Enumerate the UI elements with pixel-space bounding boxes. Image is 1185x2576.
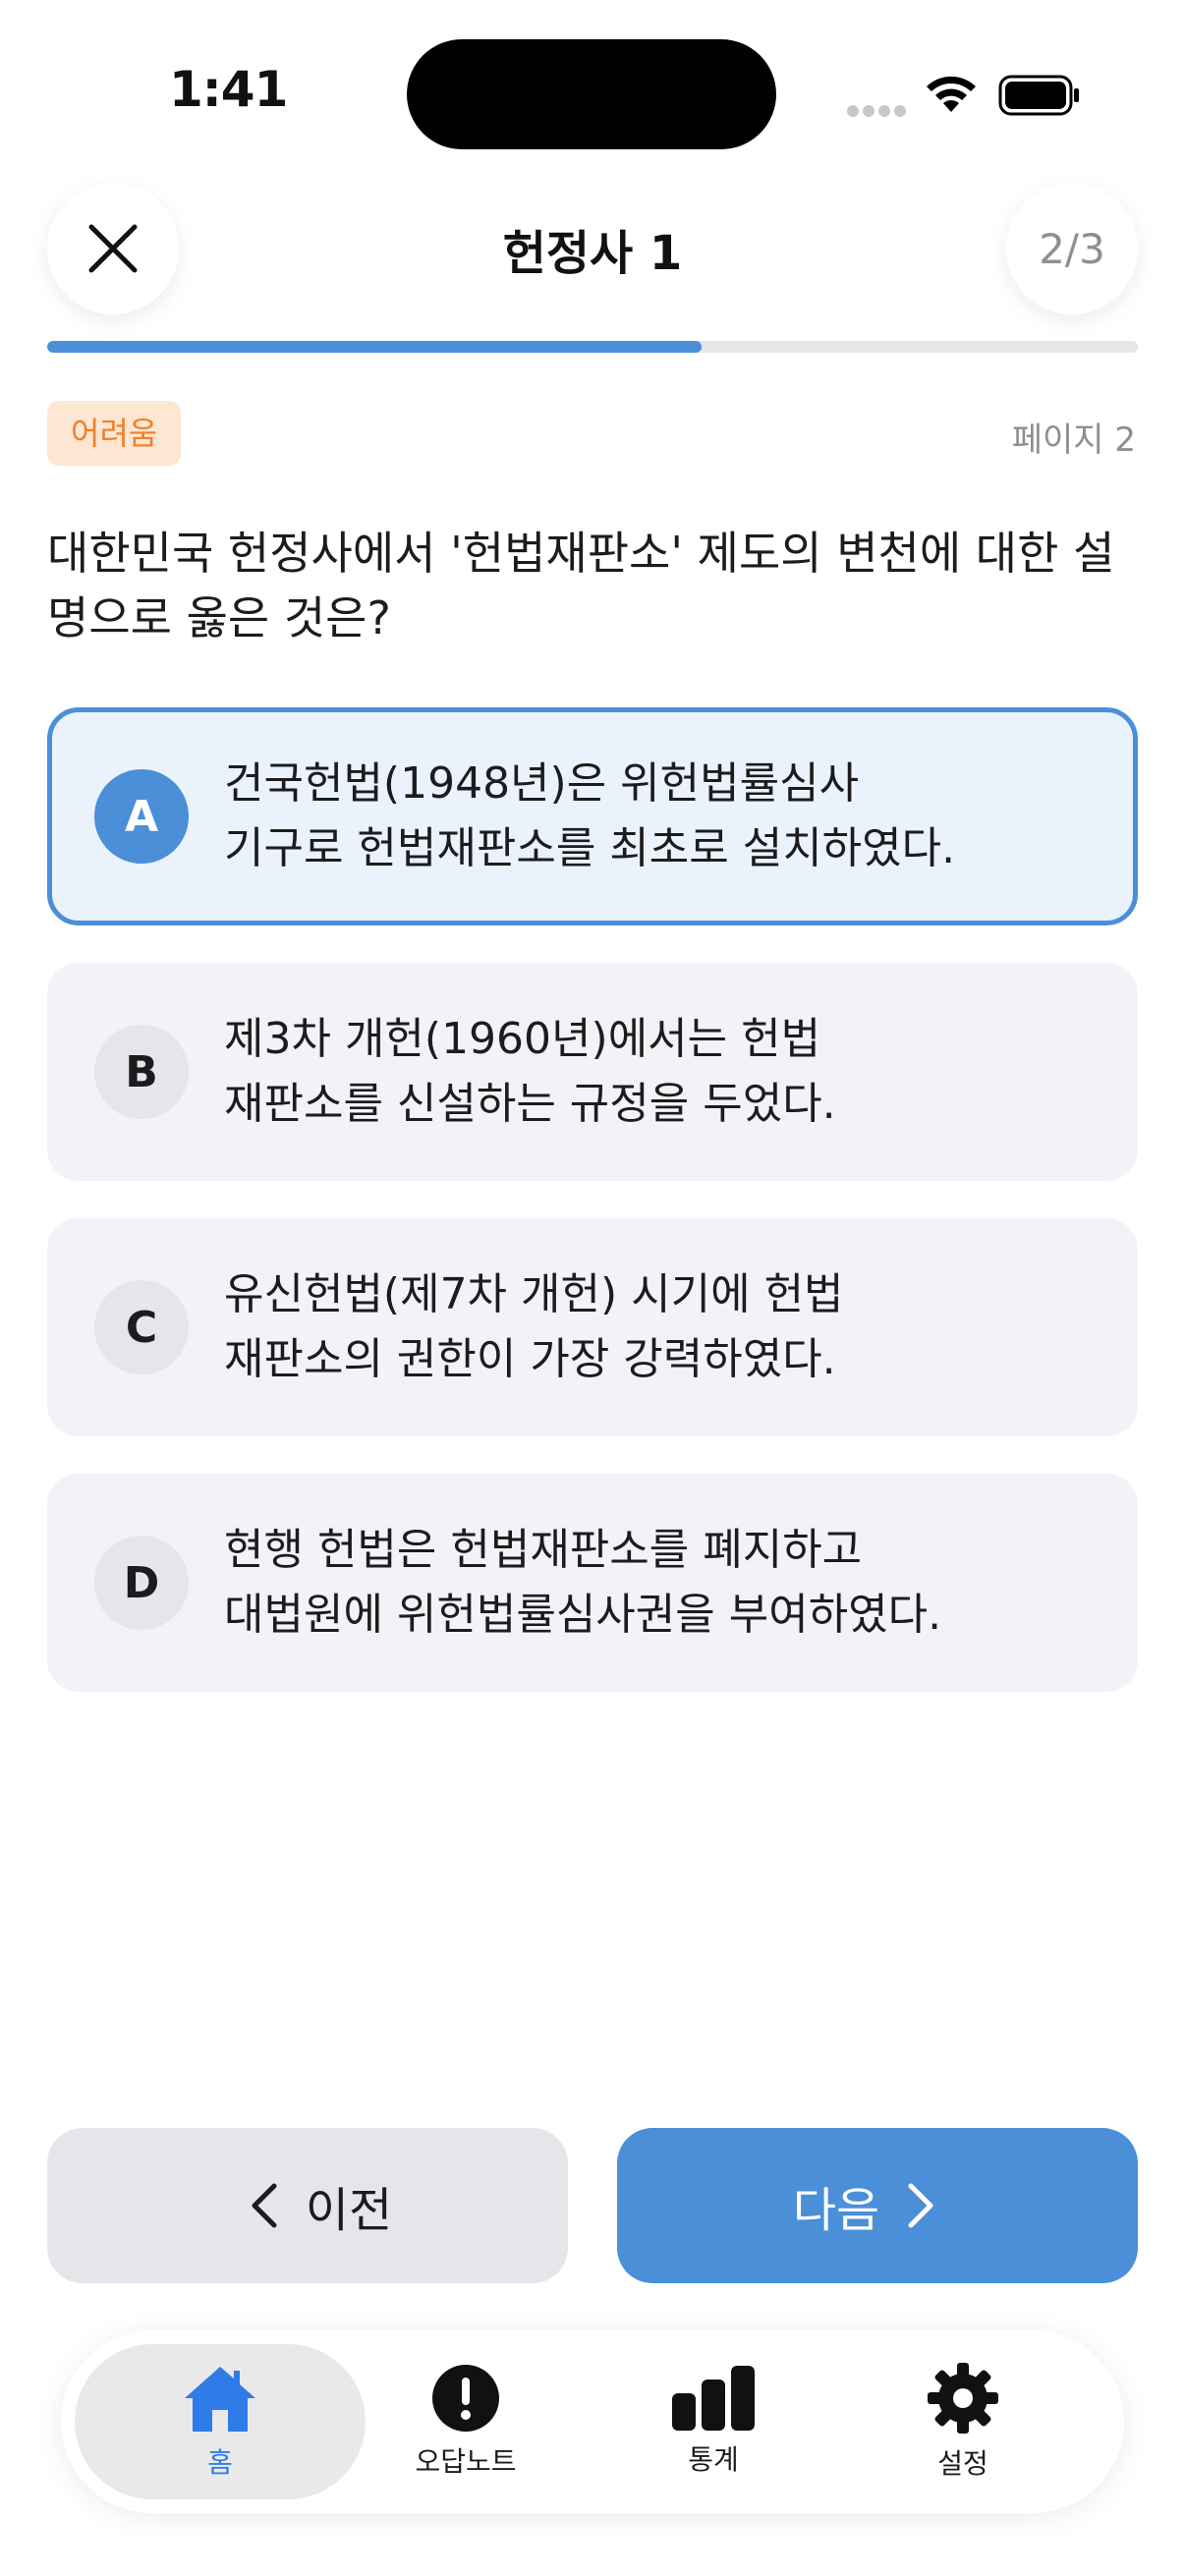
progress-bar-fill <box>47 341 702 353</box>
status-time: 1:41 <box>169 61 288 118</box>
option-b[interactable]: B 제3차 개헌(1960년)에서는 헌법 재판소를 신설하는 규정을 두었다. <box>47 963 1138 1181</box>
cellular-signal-icon <box>847 102 910 121</box>
exclamation-circle-icon <box>432 2365 499 2432</box>
tab-settings[interactable]: 설정 <box>818 2344 1108 2499</box>
next-button[interactable]: 다음 <box>617 2128 1138 2283</box>
option-d[interactable]: D 현행 헌법은 헌법재판소를 폐지하고 대법원에 위헌법률심사권을 부여하였다. <box>47 1474 1138 1692</box>
option-c[interactable]: C 유신헌법(제7차 개헌) 시기에 헌법 재판소의 권한이 가장 강력하였다. <box>47 1218 1138 1436</box>
gear-icon <box>928 2363 998 2434</box>
option-a[interactable]: A 건국헌법(1948년)은 위헌법률심사 기구로 헌법재판소를 최초로 설치하였… <box>47 707 1138 925</box>
bar-chart-icon <box>672 2366 755 2431</box>
option-text: 건국헌법(1948년)은 위헌법률심사 기구로 헌법재판소를 최초로 설치하였다. <box>224 758 956 873</box>
option-text: 유신헌법(제7차 개헌) 시기에 헌법 재판소의 권한이 가장 강력하였다. <box>224 1269 844 1384</box>
tab-label: 홈 <box>207 2446 233 2479</box>
option-letter: B <box>94 1025 189 1119</box>
difficulty-badge: 어려움 <box>47 401 182 466</box>
previous-button[interactable]: 이전 <box>47 2128 568 2283</box>
option-letter: D <box>94 1536 189 1630</box>
previous-label: 이전 <box>305 2183 393 2238</box>
tab-label: 오답노트 <box>415 2445 517 2478</box>
option-letter: C <box>94 1280 189 1374</box>
tab-bar: 홈 오답노트 통계 설정 <box>61 2330 1124 2513</box>
chevron-right-icon <box>908 2183 933 2228</box>
page-label: 페이지 2 <box>1011 420 1136 460</box>
option-letter: A <box>94 769 189 864</box>
battery-icon <box>998 75 1079 116</box>
tab-label: 설정 <box>937 2447 988 2480</box>
option-text: 현행 헌법은 헌법재판소를 폐지하고 대법원에 위헌법률심사권을 부여하였다. <box>224 1525 942 1640</box>
wifi-icon <box>927 76 976 112</box>
next-label: 다음 <box>792 2183 880 2238</box>
chevron-left-icon <box>252 2183 277 2228</box>
dynamic-island <box>407 39 776 149</box>
question-counter: 2/3 <box>1006 183 1138 314</box>
option-text: 제3차 개헌(1960년)에서는 헌법 재판소를 신설하는 규정을 두었다. <box>224 1014 836 1129</box>
quiz-screen: 1:41 헌정사 1 2/3 어려움 페이지 2 대한민국 헌정사에서 '헌법재… <box>0 0 1185 2576</box>
tab-stats[interactable]: 통계 <box>568 2344 859 2499</box>
progress-bar <box>47 341 1138 353</box>
question-text: 대한민국 헌정사에서 '헌법재판소' 제도의 변천에 대한 설명으로 옳은 것은… <box>47 527 1115 644</box>
tab-label: 통계 <box>688 2443 739 2476</box>
house-icon <box>185 2367 255 2432</box>
